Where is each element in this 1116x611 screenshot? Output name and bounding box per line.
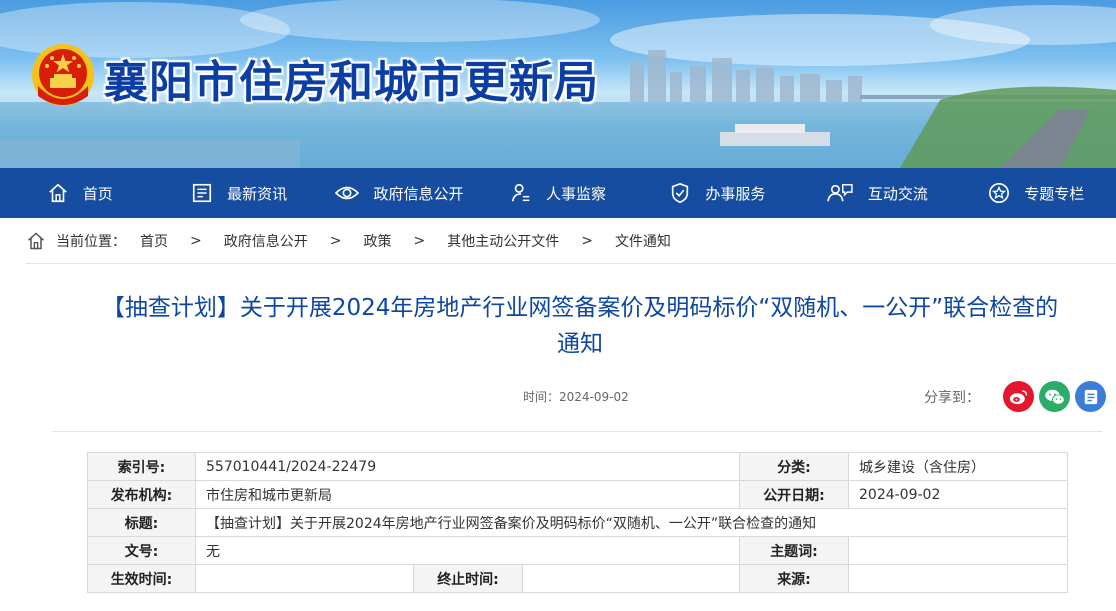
share-wechat-button[interactable] xyxy=(1039,381,1070,412)
breadcrumb-link-home[interactable]: 首页 xyxy=(140,231,168,251)
title-value: 【抽查计划】关于开展2024年房地产行业网签备案价及明码标价“双随机、一公开”联… xyxy=(195,508,1068,537)
breadcrumb: 当前位置： 首页 > 政府信息公开 > 政策 > 其他主动公开文件 > 文件通知 xyxy=(0,218,1116,264)
article-title: 【抽查计划】关于开展2024年房地产行业网签备案价及明码标价“双随机、一公开”联… xyxy=(101,295,1059,357)
source-label: 来源: xyxy=(739,564,849,593)
keywords-label: 主题词: xyxy=(739,536,849,565)
title-label: 标题: xyxy=(87,508,196,537)
national-emblem-icon xyxy=(32,44,94,106)
index-no-label: 索引号: xyxy=(87,452,196,481)
site-title: 襄阳市住房和城市更新局 xyxy=(104,57,599,108)
article-time: 时间：2024-09-02 xyxy=(523,390,629,404)
nav-item-label: 最新资讯 xyxy=(227,184,288,203)
breadcrumb-prefix: 当前位置： xyxy=(56,234,126,250)
share-bar: 分享到： xyxy=(924,381,1106,412)
home-icon xyxy=(28,232,44,250)
share-other-button[interactable] xyxy=(1075,381,1106,412)
breadcrumb-link-notices[interactable]: 文件通知 xyxy=(615,231,671,251)
table-row: 标题: 【抽查计划】关于开展2024年房地产行业网签备案价及明码标价“双随机、一… xyxy=(87,508,1068,537)
table-row: 生效时间: 终止时间: 来源: xyxy=(87,564,1068,593)
publisher-value: 市住房和城市更新局 xyxy=(195,480,740,509)
share-label: 分享到： xyxy=(924,389,980,406)
category-label: 分类: xyxy=(739,452,849,481)
nav-item-label: 人事监察 xyxy=(545,184,606,203)
main-nav: 首页 最新资讯 政府信息公开 人事监察 办事服务 互动交流 专题专栏 xyxy=(0,168,1116,218)
nav-item-label: 办事服务 xyxy=(705,184,766,203)
index-no-value: 557010441/2024-22479 xyxy=(195,452,740,481)
nav-item-label: 互动交流 xyxy=(867,184,928,203)
expire-value xyxy=(522,564,740,593)
nav-item-label: 专题专栏 xyxy=(1024,184,1085,203)
share-weibo-button[interactable] xyxy=(1003,381,1034,412)
nav-item-home[interactable]: 首页 xyxy=(0,168,159,218)
nav-item-gov-info[interactable]: 政府信息公开 xyxy=(319,168,478,218)
nav-item-interaction[interactable]: 互动交流 xyxy=(797,168,956,218)
header-banner: 襄阳市住房和城市更新局 xyxy=(0,0,1116,168)
table-row: 发布机构: 市住房和城市更新局 公开日期: 2024-09-02 xyxy=(87,480,1068,509)
publisher-label: 发布机构: xyxy=(87,480,196,509)
expire-label: 终止时间: xyxy=(413,564,523,593)
doc-no-label: 文号: xyxy=(87,536,196,565)
effective-value xyxy=(195,564,414,593)
breadcrumb-divider xyxy=(26,263,1116,264)
nav-item-label: 政府信息公开 xyxy=(373,184,464,203)
breadcrumb-separator: > xyxy=(413,233,426,249)
breadcrumb-separator: > xyxy=(329,233,342,249)
home-icon xyxy=(48,183,67,203)
person-icon xyxy=(511,183,530,202)
breadcrumb-link-other-files[interactable]: 其他主动公开文件 xyxy=(447,231,559,251)
pub-date-label: 公开日期: xyxy=(739,480,849,509)
keywords-value xyxy=(848,536,1068,565)
chat-people-icon xyxy=(827,184,853,202)
eye-icon xyxy=(334,186,359,200)
star-icon xyxy=(989,183,1010,203)
breadcrumb-link-gov-info[interactable]: 政府信息公开 xyxy=(224,231,308,251)
breadcrumb-home-icon xyxy=(26,231,46,251)
table-row: 索引号: 557010441/2024-22479 分类: 城乡建设（含住房） xyxy=(87,452,1068,481)
weibo-icon xyxy=(1009,389,1027,404)
shield-icon xyxy=(672,182,689,204)
wechat-icon xyxy=(1044,389,1065,405)
nav-item-news[interactable]: 最新资讯 xyxy=(159,168,318,218)
breadcrumb-separator: > xyxy=(581,233,593,249)
table-row: 文号: 无 主题词: xyxy=(87,536,1068,565)
effective-label: 生效时间: xyxy=(87,564,196,593)
pub-date-value: 2024-09-02 xyxy=(848,480,1068,509)
category-value: 城乡建设（含住房） xyxy=(848,452,1068,481)
news-icon xyxy=(193,183,212,203)
article-divider xyxy=(52,431,1102,432)
document-info-table: 索引号: 557010441/2024-22479 分类: 城乡建设（含住房） … xyxy=(87,452,1068,593)
source-value xyxy=(848,564,1068,593)
breadcrumb-link-policy[interactable]: 政策 xyxy=(363,231,391,251)
nav-item-label: 首页 xyxy=(82,184,113,203)
document-share-icon xyxy=(1084,389,1097,404)
doc-no-value: 无 xyxy=(195,536,740,565)
nav-item-services[interactable]: 办事服务 xyxy=(638,168,797,218)
nav-item-personnel[interactable]: 人事监察 xyxy=(478,168,637,218)
breadcrumb-separator: > xyxy=(190,233,202,249)
nav-item-special-topics[interactable]: 专题专栏 xyxy=(957,168,1116,218)
